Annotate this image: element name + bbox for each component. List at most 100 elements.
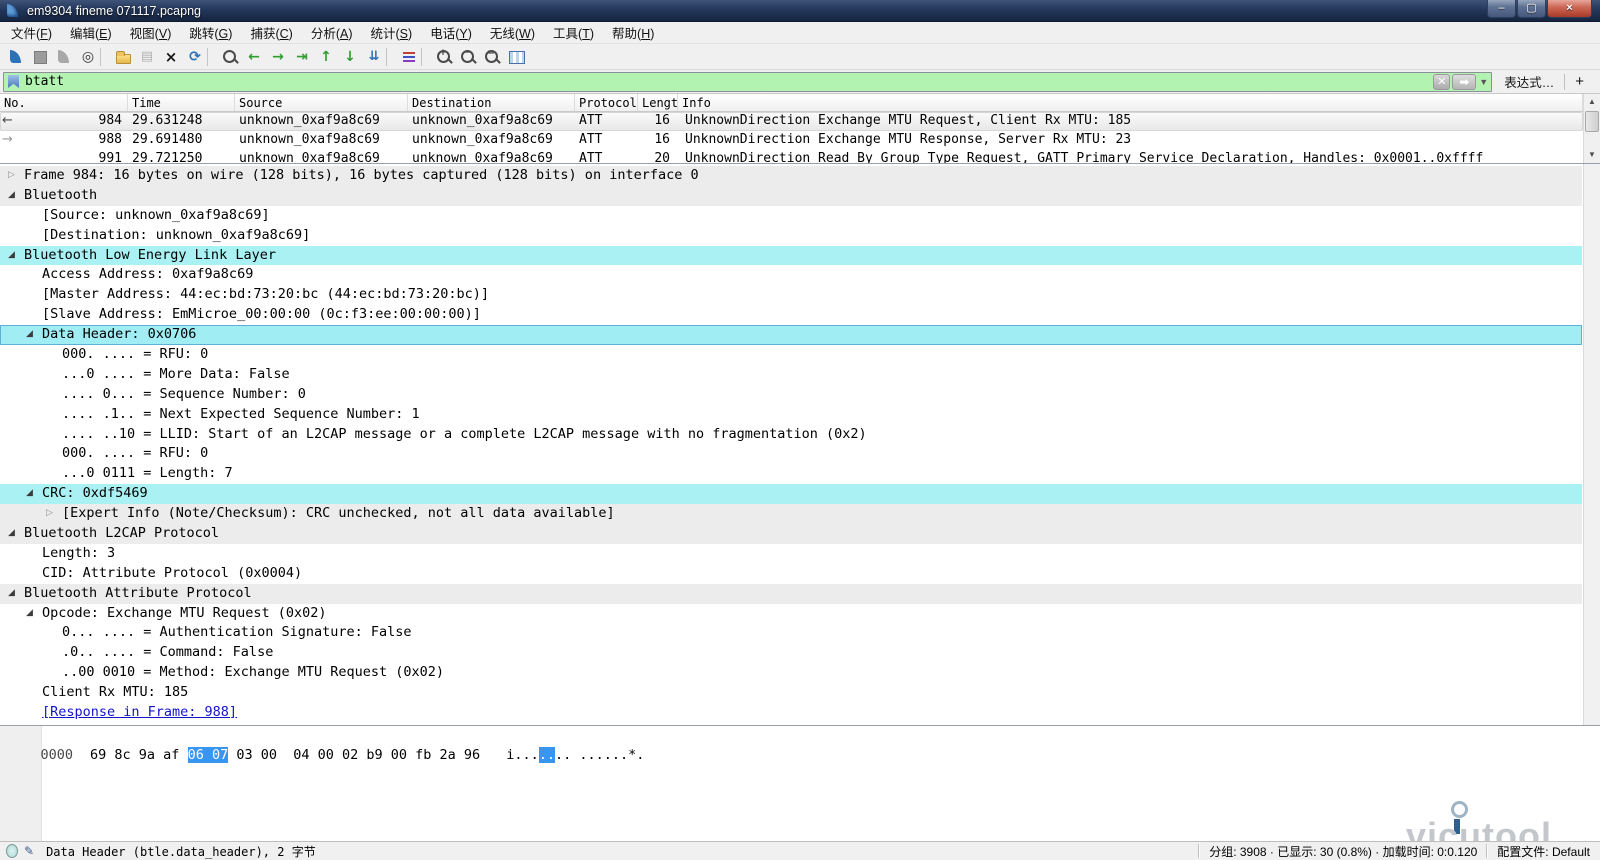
minimize-button[interactable]: – [1487, 0, 1516, 18]
detail-row[interactable]: Bluetooth L2CAP Protocol [0, 524, 1582, 544]
wireshark-app-icon[interactable] [5, 3, 21, 19]
start-capture-icon[interactable] [4, 46, 28, 68]
menu-item[interactable]: 工具(T) [544, 20, 603, 45]
menu-item[interactable]: 无线(W) [481, 20, 544, 45]
capture-comment-icon[interactable]: ✎ [24, 844, 34, 858]
detail-row[interactable]: .... 0... = Sequence Number: 0 [0, 385, 1582, 405]
detail-row[interactable]: [Expert Info (Note/Checksum): CRC unchec… [0, 504, 1582, 524]
tree-expander-icon[interactable] [26, 206, 42, 226]
tree-expander-icon[interactable] [46, 425, 62, 445]
tree-expander-icon[interactable] [46, 643, 62, 663]
detail-row[interactable]: [Source: unknown_0xaf9a8c69] [0, 206, 1582, 226]
tree-expander-icon[interactable] [26, 703, 42, 723]
stop-capture-icon[interactable] [28, 46, 52, 68]
packet-row[interactable]: ←984 29.631248 unknown_0xaf9a8c69 unknow… [0, 112, 1583, 131]
detail-row[interactable]: Length: 3 [0, 544, 1582, 564]
menu-item[interactable]: 跳转(G) [180, 20, 241, 45]
tree-expander-icon[interactable] [26, 265, 42, 285]
tree-expander-icon[interactable] [46, 405, 62, 425]
menu-item[interactable]: 帮助(H) [603, 20, 663, 45]
expression-button[interactable]: 表达式… [1492, 72, 1564, 91]
menu-item[interactable]: 视图(V) [121, 20, 181, 45]
go-forward-icon[interactable]: → [266, 46, 290, 68]
tree-expander-icon[interactable] [8, 524, 24, 544]
tree-expander-icon[interactable] [8, 166, 24, 186]
restore-button[interactable]: ▢ [1517, 0, 1546, 18]
reload-file-icon[interactable]: ⟳ [183, 46, 207, 68]
tree-expander-icon[interactable] [46, 345, 62, 365]
go-to-top-icon[interactable]: ↑ [314, 46, 338, 68]
tree-expander-icon[interactable] [26, 564, 42, 584]
tree-expander-icon[interactable] [26, 285, 42, 305]
tree-expander-icon[interactable] [46, 365, 62, 385]
detail-row[interactable]: .0.. .... = Command: False [0, 643, 1582, 663]
filter-bookmark-icon[interactable] [8, 75, 19, 88]
column-header[interactable]: Length [638, 94, 678, 111]
hex-dump-pane[interactable]: 000069 8c 9a af 06 07 03 00 04 00 02 b9 … [0, 726, 1600, 841]
tree-expander-icon[interactable] [26, 226, 42, 246]
scrollbar-down-icon[interactable]: ▼ [1584, 147, 1600, 163]
filter-history-dropdown-icon[interactable]: ▼ [1479, 77, 1488, 87]
tree-expander-icon[interactable] [26, 544, 42, 564]
packet-list-scrollbar[interactable]: ▲ ▼ [1583, 94, 1600, 163]
hex-bytes[interactable]: 69 8c 9a af 06 07 03 00 04 00 02 b9 00 f… [90, 747, 480, 763]
colorize-packets-icon[interactable] [397, 46, 421, 68]
detail-row[interactable]: CID: Attribute Protocol (0x0004) [0, 564, 1582, 584]
filter-apply-icon[interactable]: ➡ [1452, 74, 1476, 90]
capture-options-icon[interactable]: ◎ [76, 46, 100, 68]
tree-expander-icon[interactable] [46, 663, 62, 683]
menu-item[interactable]: 捕获(C) [241, 20, 301, 45]
detail-row[interactable]: [Destination: unknown_0xaf9a8c69] [0, 226, 1582, 246]
tree-expander-icon[interactable] [46, 464, 62, 484]
zoom-in-icon[interactable]: + [432, 46, 456, 68]
expert-info-icon[interactable] [6, 844, 18, 858]
go-to-packet-icon[interactable]: ⇥ [290, 46, 314, 68]
filter-value[interactable]: btatt [25, 74, 64, 89]
tree-expander-icon[interactable] [26, 683, 42, 703]
detail-row[interactable]: Bluetooth Attribute Protocol [0, 584, 1582, 604]
open-file-icon[interactable] [111, 46, 135, 68]
packet-row[interactable]: 991 29.721250 unknown_0xaf9a8c69 unknown… [0, 150, 1583, 163]
menu-item[interactable]: 统计(S) [362, 20, 422, 45]
detail-row[interactable]: [Response in Frame: 988] [0, 703, 1582, 723]
detail-row[interactable]: .... .1.. = Next Expected Sequence Numbe… [0, 405, 1582, 425]
tree-expander-icon[interactable] [46, 623, 62, 643]
menu-item[interactable]: 分析(A) [302, 20, 362, 45]
close-button[interactable]: × [1547, 0, 1592, 18]
detail-row[interactable]: Client Rx MTU: 185 [0, 683, 1582, 703]
tree-expander-icon[interactable] [46, 444, 62, 464]
column-header[interactable]: Protocol [575, 94, 638, 111]
detail-row[interactable]: [Master Address: 44:ec:bd:73:20:bc (44:e… [0, 285, 1582, 305]
detail-row[interactable]: 000. .... = RFU: 0 [0, 444, 1582, 464]
tree-expander-icon[interactable] [8, 584, 24, 604]
zoom-out-icon[interactable]: − [456, 46, 480, 68]
auto-scroll-icon[interactable]: ⇊ [362, 46, 386, 68]
tree-expander-icon[interactable] [8, 186, 24, 206]
hex-ascii[interactable]: i....... ......*. [506, 747, 644, 763]
column-header[interactable]: Time [128, 94, 235, 111]
tree-expander-icon[interactable] [46, 504, 62, 524]
add-filter-button[interactable]: + [1565, 73, 1594, 90]
tree-expander-icon[interactable] [26, 484, 42, 504]
tree-expander-icon[interactable] [26, 325, 42, 345]
zoom-reset-icon[interactable]: = [480, 46, 504, 68]
detail-row[interactable]: ..00 0010 = Method: Exchange MTU Request… [0, 663, 1582, 683]
detail-row[interactable]: 0... .... = Authentication Signature: Fa… [0, 623, 1582, 643]
menu-item[interactable]: 电话(Y) [421, 20, 481, 45]
save-file-icon[interactable]: ▤ [135, 46, 159, 68]
filter-clear-icon[interactable]: ✕ [1433, 74, 1450, 90]
restart-capture-icon[interactable] [52, 46, 76, 68]
scrollbar-up-icon[interactable]: ▲ [1584, 94, 1600, 110]
resize-columns-icon[interactable] [504, 46, 528, 68]
tree-expander-icon[interactable] [26, 604, 42, 624]
display-filter-input[interactable]: btatt ✕ ➡ ▼ [3, 72, 1492, 92]
column-header[interactable]: No. [0, 94, 128, 111]
detail-row[interactable]: Frame 984: 16 bytes on wire (128 bits), … [0, 166, 1582, 186]
find-packet-icon[interactable] [218, 46, 242, 68]
menu-item[interactable]: 文件(F) [2, 20, 61, 45]
column-header[interactable]: Destination [408, 94, 575, 111]
column-header[interactable]: Info [678, 94, 1583, 111]
detail-row[interactable]: CRC: 0xdf5469 [0, 484, 1582, 504]
go-to-bottom-icon[interactable]: ↓ [338, 46, 362, 68]
detail-row[interactable]: ...0 .... = More Data: False [0, 365, 1582, 385]
